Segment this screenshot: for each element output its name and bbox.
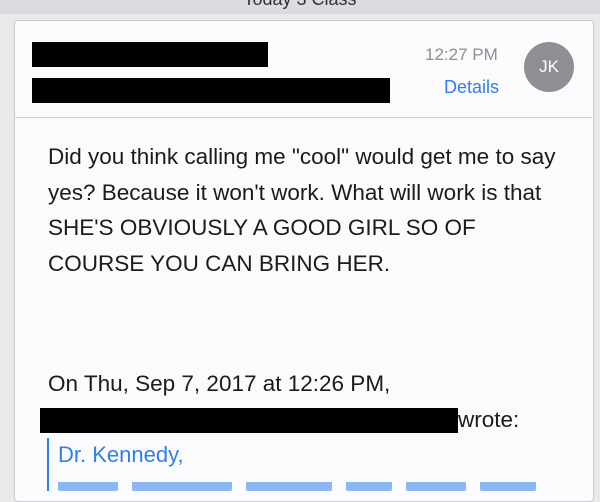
quoted-greeting: Dr. Kennedy, <box>58 442 184 467</box>
avatar-initials: JK <box>539 57 559 76</box>
avatar[interactable]: JK <box>524 42 574 92</box>
redacted-sender-email <box>32 78 390 103</box>
reply-header: On Thu, Sep 7, 2017 at 12:26 PM, <box>48 371 391 396</box>
message-body: Did you think calling me "cool" would ge… <box>48 139 578 281</box>
reply-wrote-label: wrote: <box>458 407 520 432</box>
quoted-text-cut-off <box>58 482 538 491</box>
redacted-sender-name <box>32 42 268 67</box>
message-text: Did you think calling me "cool" would ge… <box>48 144 556 276</box>
redacted-original-sender <box>40 408 458 433</box>
top-bar: Today 3 Class <box>0 0 600 14</box>
top-bar-title: Today 3 Class <box>0 0 600 10</box>
details-link[interactable]: Details <box>444 77 499 98</box>
header-divider <box>14 117 592 118</box>
quote-bar <box>47 438 49 491</box>
message-time: 12:27 PM <box>425 45 498 64</box>
